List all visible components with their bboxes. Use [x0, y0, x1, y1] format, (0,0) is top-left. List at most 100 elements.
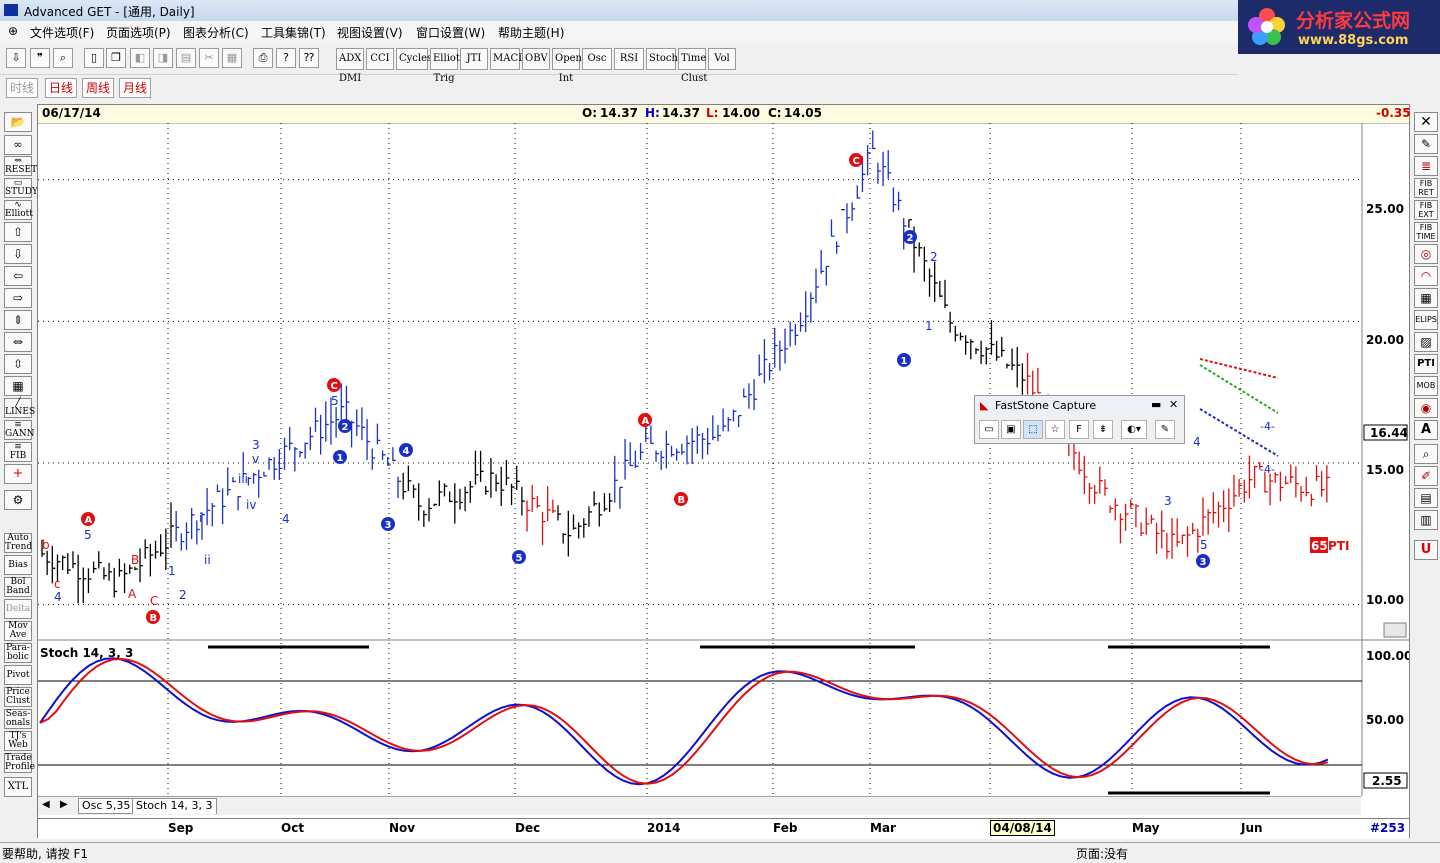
close-cross-icon[interactable]: ✕	[1414, 112, 1438, 132]
capture-full-icon[interactable]: F	[1069, 420, 1089, 439]
table-icon[interactable]: ▥	[1414, 510, 1438, 530]
mob-button[interactable]: MOB	[1414, 376, 1438, 396]
reset-button[interactable]: ⇔ RESET	[4, 156, 37, 176]
vol-button[interactable]: Vol	[708, 48, 736, 70]
arrow-left-icon[interactable]: ⇦	[4, 266, 32, 286]
zoom-icon[interactable]: ⌕	[53, 48, 73, 68]
tab-stoch[interactable]: Stoch 14, 3, 3	[132, 798, 217, 814]
pencil-icon[interactable]: ✎	[1414, 134, 1438, 154]
pivot-button[interactable]: Pivot	[4, 665, 32, 685]
help-icon[interactable]: ⁇	[299, 48, 319, 68]
pin-icon[interactable]: ⊕	[8, 24, 18, 38]
tab-next-icon[interactable]: ▶	[60, 799, 68, 810]
xtl-button[interactable]: XTL	[4, 777, 32, 797]
stoch-button[interactable]: Stoch	[646, 48, 678, 70]
elips-button[interactable]: ELIPS	[1414, 310, 1438, 330]
faststone-capture-window[interactable]: ◣ FastStone Capture ▬ ✕ ▭ ▣ ⬚ ☆ F ⇟ ◐▾ ✎	[974, 395, 1185, 444]
period-day[interactable]: 日线	[45, 78, 78, 98]
target-icon[interactable]: ◉	[1414, 398, 1438, 418]
cursor-icon[interactable]: ⇩	[6, 48, 26, 68]
menu-page[interactable]: 页面选项(P)	[106, 24, 171, 41]
palette-icon[interactable]: ◐▾	[1121, 420, 1147, 439]
menu-file[interactable]: 文件选项(F)	[30, 24, 94, 41]
rsi-button[interactable]: RSI	[614, 48, 644, 70]
compress-icon[interactable]: ⇕	[4, 310, 32, 330]
open-int-button[interactable]: Open Int	[552, 48, 582, 84]
tab-prev-icon[interactable]: ◀	[42, 799, 50, 810]
price-clust-button[interactable]: Price Clust	[4, 687, 32, 707]
layers-icon[interactable]: ▤	[1414, 488, 1438, 508]
fib-ext-button[interactable]: FIB EXT	[1414, 200, 1438, 220]
elliott-trig-button[interactable]: Elliott Trig	[430, 48, 464, 84]
arrow-up-icon[interactable]: ⇧	[4, 222, 32, 242]
fib-lines-icon[interactable]: ≣	[1414, 156, 1438, 176]
macd-button[interactable]: MACD	[490, 48, 526, 70]
fib-arc-icon[interactable]: ◠	[1414, 266, 1438, 286]
seasonals-button[interactable]: Seas-onals	[4, 709, 32, 729]
paste-icon[interactable]: ▦	[222, 48, 242, 68]
capture-window-icon[interactable]: ▭	[979, 420, 999, 439]
parabolic-button[interactable]: Para-bolic	[4, 643, 32, 663]
fib-button[interactable]: ≡ FIB	[4, 442, 32, 462]
settings-icon[interactable]: ⚙	[4, 490, 32, 510]
period-week[interactable]: 周线	[82, 78, 115, 98]
fib-circle-icon[interactable]: ◎	[1414, 244, 1438, 264]
scale-icon[interactable]: ⇳	[4, 354, 32, 374]
layout-icon[interactable]: ▤	[176, 48, 196, 68]
new-icon[interactable]: ▯	[84, 48, 104, 68]
magnify-icon[interactable]: ⌕	[1414, 444, 1438, 464]
minimize-icon[interactable]: ▬	[1151, 398, 1161, 411]
menu-view[interactable]: 视图设置(V)	[337, 24, 403, 41]
obv-button[interactable]: OBV	[522, 48, 550, 70]
cycles-button[interactable]: Cycles	[396, 48, 432, 70]
tip-icon[interactable]: ?	[276, 48, 296, 68]
lines-button[interactable]: ╱ LINES	[4, 398, 35, 418]
fib-time-button[interactable]: FIB TIME	[1414, 222, 1438, 242]
arrow-right-icon[interactable]: ⇨	[4, 288, 32, 308]
delta-button[interactable]: Delta	[4, 599, 32, 619]
capture-object-icon[interactable]: ▣	[1001, 420, 1021, 439]
cci-button[interactable]: CCI	[366, 48, 394, 70]
text-tool-button[interactable]: A	[1414, 420, 1438, 440]
gann-button[interactable]: ≡ GANN	[4, 420, 34, 440]
grid-small-icon[interactable]: ▦	[1414, 288, 1438, 308]
copy-icon[interactable]: ❐	[106, 48, 126, 68]
elliott-button[interactable]: ∿ Elliott	[4, 200, 33, 220]
print-icon[interactable]: ⎙	[253, 48, 273, 68]
tab-osc[interactable]: Osc 5,35	[78, 798, 135, 814]
menu-chart[interactable]: 图表分析(C)	[183, 24, 249, 41]
close-icon[interactable]: ✕	[1169, 398, 1178, 411]
arrow-down-icon[interactable]: ⇩	[4, 244, 32, 264]
menu-help[interactable]: 帮助主题(H)	[498, 24, 564, 41]
chart-canvas[interactable]: ABC21435ABC213bc45ABC12iiiiiiiv3v4521435…	[38, 123, 1409, 796]
forward-icon[interactable]: ◨	[153, 48, 173, 68]
mov-ave-button[interactable]: Mov Ave	[4, 621, 32, 641]
expand-icon[interactable]: ⇔	[4, 332, 32, 352]
period-hour[interactable]: 时线	[6, 78, 39, 98]
settings-brush-icon[interactable]: ✎	[1155, 420, 1175, 439]
grid-icon[interactable]: ▦	[4, 376, 32, 396]
open-folder-icon[interactable]: 📂	[4, 112, 32, 132]
auto-trend-button[interactable]: Auto Trend	[4, 533, 32, 553]
bol-band-button[interactable]: Bol Band	[4, 577, 32, 597]
magnet-icon[interactable]: U	[1414, 540, 1438, 560]
capture-scroll-icon[interactable]: ⇟	[1093, 420, 1113, 439]
back-icon[interactable]: ◧	[130, 48, 150, 68]
adx-button[interactable]: ADX DMI	[336, 48, 364, 84]
binoculars-icon[interactable]: ∞	[4, 135, 32, 155]
period-month[interactable]: 月线	[119, 78, 152, 98]
capture-freehand-icon[interactable]: ☆	[1045, 420, 1065, 439]
study-button[interactable]: ▭ STUDY	[4, 178, 38, 198]
time-clust-button[interactable]: Time Clust	[678, 48, 707, 84]
jti-button[interactable]: JTI	[460, 48, 488, 70]
menu-window[interactable]: 窗口设置(W)	[416, 24, 485, 41]
capture-region-icon[interactable]: ⬚	[1023, 420, 1043, 439]
quote-icon[interactable]: ❞	[30, 48, 50, 68]
cut-icon[interactable]: ✂	[199, 48, 219, 68]
faststone-header[interactable]: ◣ FastStone Capture ▬ ✕	[975, 396, 1184, 415]
pti-button[interactable]: PTI	[1414, 354, 1438, 374]
trade-profile-button[interactable]: Trade Profile	[4, 753, 35, 773]
fib-ret-button[interactable]: FIB RET	[1414, 178, 1438, 198]
menu-tools[interactable]: 工具集锦(T)	[261, 24, 326, 41]
bias-button[interactable]: Bias	[4, 555, 32, 575]
